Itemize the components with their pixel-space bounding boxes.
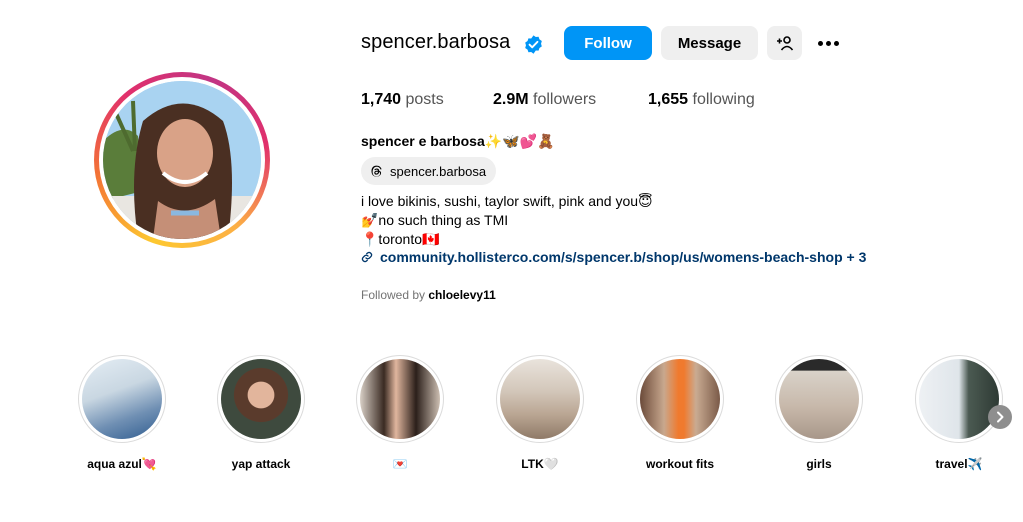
highlights-next-button[interactable] (988, 405, 1012, 429)
highlight-label: travel✈️ (935, 457, 983, 471)
highlight-cover (221, 359, 301, 439)
verified-badge-icon (525, 35, 542, 54)
highlight-label: aqua azul💘 (87, 457, 157, 471)
highlight-cover (919, 359, 999, 439)
add-person-icon (776, 36, 793, 51)
highlight-cover (640, 359, 720, 439)
bio-line: 📍toronto🇨🇦 (361, 231, 440, 247)
profile-full-name: spencer e barbosa✨🦋💕🧸 (361, 133, 555, 149)
highlight-cover-ring (775, 355, 863, 443)
threads-icon (371, 165, 382, 177)
posts-count: 1,740 posts (361, 91, 444, 109)
avatar[interactable] (103, 81, 261, 239)
following-value: 1,655 (648, 91, 689, 108)
following-label: following (692, 91, 755, 108)
highlight-cover (82, 359, 162, 439)
more-dot-icon (817, 40, 823, 46)
more-options-button[interactable] (814, 32, 842, 54)
highlight-label: 💌 (392, 457, 408, 471)
external-link-text: community.hollisterco.com/s/spencer.b/sh… (380, 249, 867, 265)
more-dot-icon (825, 40, 831, 46)
suggested-users-button[interactable] (767, 26, 802, 60)
highlight-item[interactable]: yap attack (216, 355, 306, 471)
threads-handle: spencer.barbosa (390, 163, 487, 179)
highlight-label: workout fits (646, 457, 714, 471)
followed-by[interactable]: Followed by chloelevy11 (361, 288, 496, 302)
highlight-item[interactable]: workout fits (635, 355, 725, 471)
message-button[interactable]: Message (661, 26, 758, 60)
highlight-cover (360, 359, 440, 439)
highlight-label: girls (806, 457, 832, 471)
highlight-cover-ring (356, 355, 444, 443)
highlight-cover-ring (78, 355, 166, 443)
bio-line: i love bikinis, sushi, taylor swift, pin… (361, 193, 653, 209)
threads-profile-link[interactable]: spencer.barbosa (361, 157, 497, 185)
posts-label: posts (405, 91, 444, 108)
chevron-right-icon (997, 411, 1004, 423)
following-link[interactable]: 1,655 following (648, 91, 755, 109)
avatar-photo-illustration (103, 81, 261, 239)
highlight-item[interactable]: girls (774, 355, 864, 471)
highlight-item[interactable]: aqua azul💘 (77, 355, 167, 471)
followers-link[interactable]: 2.9M followers (493, 91, 596, 109)
highlight-item[interactable]: LTK🤍 (495, 355, 585, 471)
followers-value: 2.9M (493, 91, 529, 108)
posts-value: 1,740 (361, 91, 402, 108)
avatar-border (99, 77, 265, 243)
followers-label: followers (533, 91, 597, 108)
link-icon (361, 251, 373, 263)
profile-username: spencer.barbosa (361, 31, 511, 53)
more-dot-icon (833, 40, 839, 46)
bio-line: 💅no such thing as TMI (361, 212, 509, 228)
follow-button[interactable]: Follow (564, 26, 652, 60)
highlight-item[interactable]: 💌 (355, 355, 445, 471)
followed-by-user: chloelevy11 (428, 288, 496, 302)
followed-by-prefix: Followed by (361, 288, 426, 302)
highlight-cover (500, 359, 580, 439)
highlight-cover-ring (217, 355, 305, 443)
external-link[interactable]: community.hollisterco.com/s/spencer.b/sh… (361, 249, 866, 265)
highlight-label: LTK🤍 (521, 457, 559, 471)
highlight-cover-ring (496, 355, 584, 443)
highlight-cover-ring (636, 355, 724, 443)
profile-avatar-ring[interactable] (94, 72, 270, 248)
highlight-cover (779, 359, 859, 439)
highlight-label: yap attack (231, 457, 291, 471)
highlight-cover-ring (915, 355, 1003, 443)
